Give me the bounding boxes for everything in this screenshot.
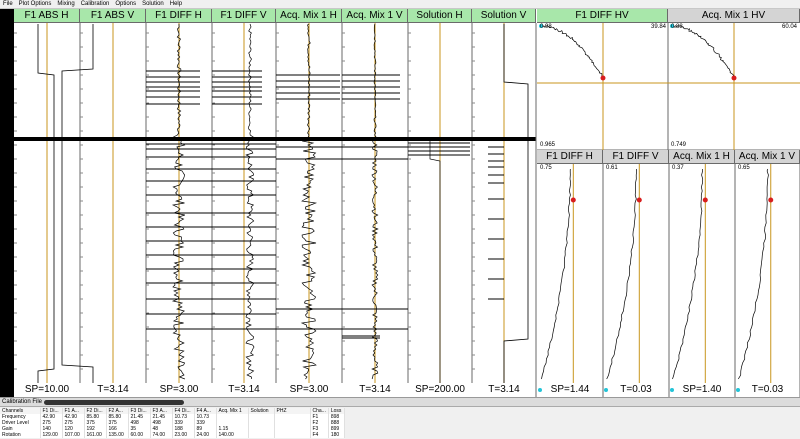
- table-cell: 74.00: [150, 432, 173, 438]
- menu-file[interactable]: File: [0, 0, 16, 9]
- table-cell: Rotation: [0, 432, 41, 438]
- vert-cursor-dot: [702, 197, 708, 203]
- calibration-table: Channels F1 Di... F1 A... F2 Di... F2 A... F3…: [0, 408, 345, 438]
- table-cell: 107.00: [62, 432, 85, 438]
- vert-header-f1-diff-v[interactable]: F1 DIFF V: [603, 150, 669, 164]
- solution-v-trace: [503, 24, 529, 383]
- table-cell: 161.00: [84, 432, 107, 438]
- table-cell: [248, 432, 275, 438]
- table-row[interactable]: Rotation 129.00 107.00 161.00 135.00 60.00 74.…: [0, 432, 345, 438]
- table-cell: 24.00: [194, 432, 217, 438]
- left-marker-bar: [0, 9, 14, 397]
- menu-options[interactable]: Options: [112, 0, 139, 9]
- vert-cursor-dot: [636, 197, 642, 203]
- vert-value-acq-mix1-v: 0.65: [738, 165, 750, 171]
- vert-header-acq-mix1-h[interactable]: Acq. Mix 1 H: [669, 150, 735, 164]
- lissajous-1-top-left-value: 0.98: [540, 24, 552, 30]
- lissajous-1-cursor-dot: [600, 75, 606, 81]
- strip-footer-f1-abs-h: SP=10.00: [24, 384, 70, 395]
- strip-header-f1-abs-h[interactable]: F1 ABS H: [14, 9, 80, 23]
- menu-help[interactable]: Help: [167, 0, 185, 9]
- strip-header-solution-h[interactable]: Solution H: [408, 9, 472, 23]
- strip-footer-solution-v: T=3.14: [488, 384, 520, 395]
- menu-calibration[interactable]: Calibration: [78, 0, 113, 9]
- table-cell: 180: [328, 432, 345, 438]
- lissajous-header-f1-diff-hv[interactable]: F1 DIFF HV: [537, 9, 668, 23]
- vert-footer-f1-diff-h: SP=1.44: [550, 384, 590, 395]
- vert-footer-f1-diff-v: T=0.03: [620, 384, 652, 395]
- lissajous-2-bottom-left-value: 0.749: [671, 142, 687, 148]
- vert-header-f1-diff-h[interactable]: F1 DIFF H: [537, 150, 603, 164]
- vert-value-f1-diff-v: 0.61: [606, 165, 618, 171]
- calibration-scrollbar[interactable]: [44, 400, 184, 405]
- vert-cursor-dot: [570, 197, 576, 203]
- strip-header-f1-diff-h[interactable]: F1 DIFF H: [146, 9, 212, 23]
- vert-header-acq-mix1-v[interactable]: Acq. Mix 1 V: [735, 150, 800, 164]
- lissajous-2-cursor-dot: [731, 75, 737, 81]
- lissajous-1-top-right-value: 39.84: [651, 24, 667, 30]
- strip-footer-f1-diff-h: SP=3.00: [159, 384, 199, 395]
- table-cell: [274, 432, 311, 438]
- lissajous-2-trace: [670, 25, 736, 79]
- table-cell: 135.00: [106, 432, 129, 438]
- strip-footer-acq-mix1-h: SP=3.00: [289, 384, 329, 395]
- strip-header-acq-mix1-h[interactable]: Acq. Mix 1 H: [276, 9, 342, 23]
- vert-trace: [737, 168, 769, 380]
- scan-position-bar: [14, 137, 536, 141]
- eddy-current-app: File Plot Options Mixing Calibration Opt…: [0, 0, 800, 439]
- lissajous-1-trace: [540, 24, 604, 78]
- strip-header-acq-mix1-v[interactable]: Acq. Mix 1 V: [342, 9, 408, 23]
- table-cell: 140.00: [216, 432, 249, 438]
- lissajous-header-acq-mix1-hv[interactable]: Acq. Mix 1 HV: [668, 9, 800, 23]
- table-cell: 23.00: [172, 432, 195, 438]
- vert-footer-acq-mix1-h: SP=1.40: [682, 384, 722, 395]
- vert-trace: [672, 168, 704, 380]
- vert-footer-acq-mix1-v: T=0.03: [751, 384, 784, 395]
- vert-value-acq-mix1-h: 0.37: [672, 165, 684, 171]
- lissajous-2-top-left-value: 0.88: [671, 24, 683, 30]
- calibration-title: Calibration File: [2, 399, 43, 405]
- vert-cursor-dot: [768, 197, 774, 203]
- abs-v-trace: [61, 24, 94, 383]
- strip-footer-f1-diff-v: T=3.14: [228, 384, 260, 395]
- calibration-titlebar: Calibration File: [0, 398, 800, 407]
- calibration-panel: Calibration File Channels F1 Di... F1 A...…: [0, 397, 800, 439]
- menu-solution[interactable]: Solution: [139, 0, 167, 9]
- vert-value-f1-diff-h: 0.75: [540, 165, 552, 171]
- lissajous-1-bottom-left-value: 0.965: [540, 142, 556, 148]
- strip-footer-solution-h: SP=200.00: [415, 384, 465, 395]
- strip-chart-canvas[interactable]: [0, 9, 800, 397]
- strip-header-f1-abs-v[interactable]: F1 ABS V: [80, 9, 146, 23]
- strip-header-f1-diff-v[interactable]: F1 DIFF V: [212, 9, 276, 23]
- strip-footer-acq-mix1-v: T=3.14: [359, 384, 391, 395]
- strip-header-solution-v[interactable]: Solution V: [472, 9, 536, 23]
- lissajous-2-top-right-value: 60.04: [782, 24, 798, 30]
- menu-plot-options[interactable]: Plot Options: [16, 0, 55, 9]
- vert-trace: [606, 168, 638, 380]
- solution-h-trace: [429, 141, 441, 383]
- plot-area[interactable]: F1 ABS H F1 ABS V F1 DIFF H F1 DIFF V Ac…: [0, 9, 800, 397]
- table-cell: 129.00: [40, 432, 63, 438]
- menu-mixing[interactable]: Mixing: [54, 0, 77, 9]
- table-cell: F4: [310, 432, 329, 438]
- vert-trace: [541, 168, 572, 380]
- table-cell: 60.00: [128, 432, 151, 438]
- abs-h-trace: [37, 24, 55, 383]
- menu-bar: File Plot Options Mixing Calibration Opt…: [0, 0, 800, 9]
- strip-footer-f1-abs-v: T=3.14: [97, 384, 129, 395]
